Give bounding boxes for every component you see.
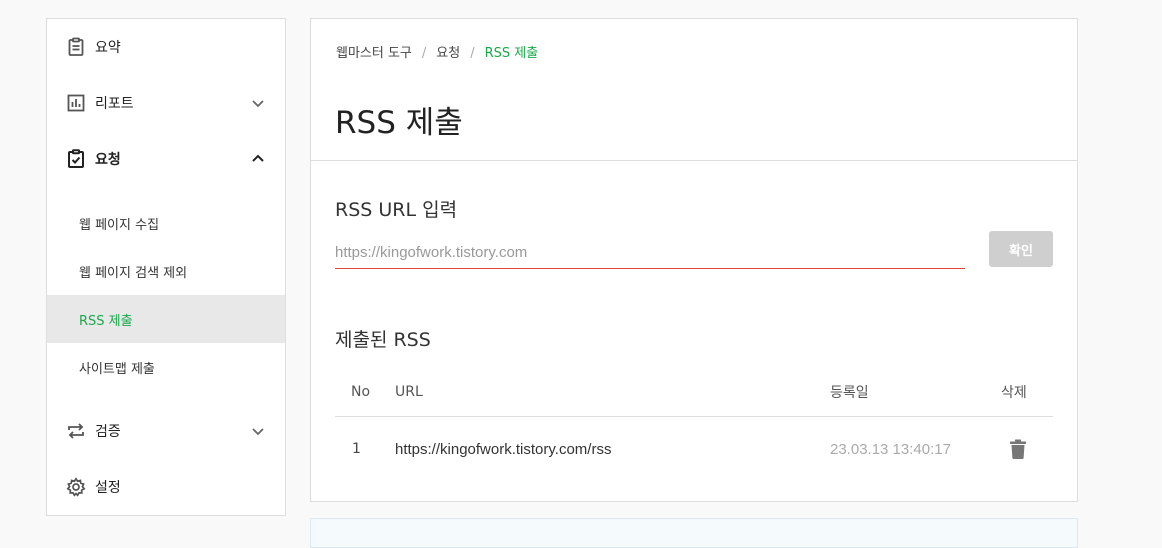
breadcrumb-current: RSS 제출 xyxy=(484,46,539,61)
breadcrumb-webmaster-tools[interactable]: 웹마스터 도구 xyxy=(336,46,412,61)
nav-request-label: 요청 xyxy=(95,152,121,168)
table-row: 1 https://kingofwork.tistory.com/rss 23.… xyxy=(335,418,1053,480)
header-divider xyxy=(311,160,1077,161)
chevron-down-icon xyxy=(252,100,264,108)
sidebar-item-rss-submit[interactable]: RSS 제출 xyxy=(47,295,285,343)
row-url: https://kingofwork.tistory.com/rss xyxy=(395,440,612,458)
delete-button[interactable] xyxy=(1010,418,1026,480)
breadcrumb-separator: / xyxy=(470,46,475,61)
column-url: URL xyxy=(395,383,423,400)
nav-verify[interactable]: 검증 xyxy=(47,403,285,459)
page-title: RSS 제출 xyxy=(335,105,463,141)
nav-settings[interactable]: 설정 xyxy=(47,459,285,515)
info-panel xyxy=(310,518,1078,548)
chevron-up-icon xyxy=(252,154,264,162)
rss-url-input[interactable] xyxy=(335,237,965,269)
row-no: 1 xyxy=(352,441,361,457)
nav-report[interactable]: 리포트 xyxy=(47,75,285,131)
bar-chart-icon xyxy=(65,92,87,114)
chevron-down-icon xyxy=(252,428,264,436)
confirm-button[interactable]: 확인 xyxy=(989,231,1053,267)
sidebar-item-web-page-exclude[interactable]: 웹 페이지 검색 제외 xyxy=(47,247,285,295)
sidebar-item-web-page-crawl[interactable]: 웹 페이지 수집 xyxy=(47,199,285,247)
column-date: 등록일 xyxy=(830,384,869,401)
table-header: No URL 등록일 삭제 xyxy=(335,367,1053,417)
repeat-icon xyxy=(65,420,87,442)
sidebar: 요약 리포트 요청 웹 페이지 수집 웹 페이지 검색 제외 RSS 제출 사이… xyxy=(46,18,286,516)
gear-icon xyxy=(65,476,87,498)
submitted-rss-title: 제출된 RSS xyxy=(335,329,431,351)
nav-request[interactable]: 요청 xyxy=(47,131,285,187)
breadcrumb-request[interactable]: 요청 xyxy=(436,46,460,61)
row-date: 23.03.13 13:40:17 xyxy=(830,440,951,458)
sidebar-item-sitemap-submit[interactable]: 사이트맵 제출 xyxy=(47,343,285,391)
breadcrumb-separator: / xyxy=(421,46,427,61)
clipboard-check-icon xyxy=(65,148,87,170)
nav-summary-label: 요약 xyxy=(95,40,121,56)
nav-summary[interactable]: 요약 xyxy=(47,19,285,75)
column-delete: 삭제 xyxy=(1001,384,1027,401)
nav-settings-label: 설정 xyxy=(95,480,121,496)
rss-input-title: RSS URL 입력 xyxy=(335,199,458,221)
column-no: No xyxy=(351,383,371,400)
clipboard-icon xyxy=(65,36,87,58)
nav-verify-label: 검증 xyxy=(95,424,121,440)
trash-icon xyxy=(1010,439,1026,459)
nav-report-label: 리포트 xyxy=(95,96,134,112)
breadcrumb: 웹마스터 도구 / 요청 / RSS 제출 xyxy=(336,42,538,61)
rss-submit-panel: 웹마스터 도구 / 요청 / RSS 제출 RSS 제출 RSS URL 입력 확인 제… xyxy=(310,18,1078,502)
